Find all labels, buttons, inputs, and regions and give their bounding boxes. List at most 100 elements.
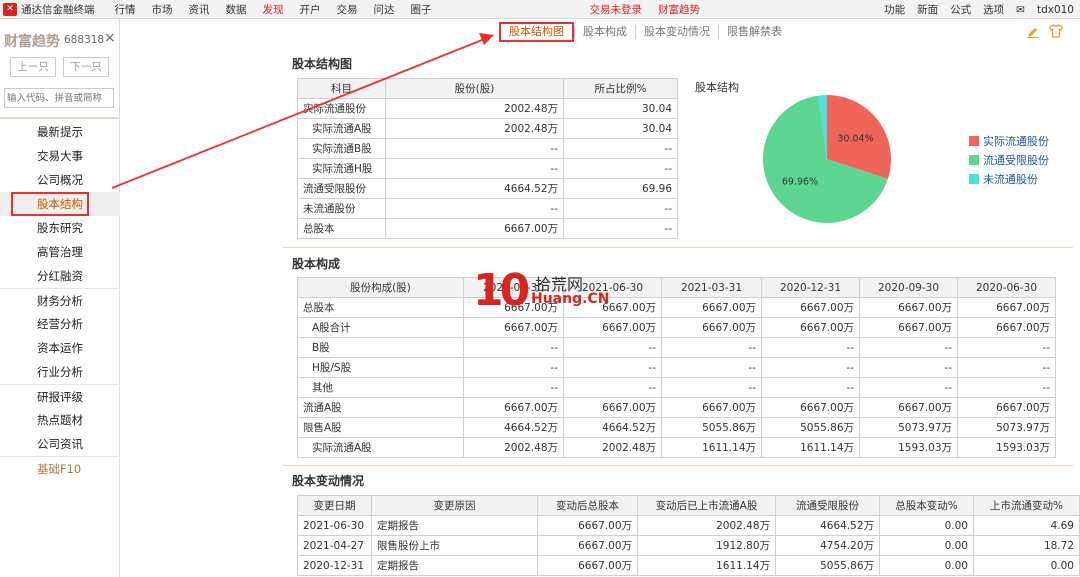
table-cell: 4664.52万 bbox=[563, 417, 662, 438]
table-cell: 限售A股 bbox=[297, 417, 464, 438]
table-row: 实际流通B股 -- -- bbox=[297, 138, 678, 159]
table-row: 总股本 6667.00万 -- bbox=[297, 218, 678, 239]
table-header: 2021-03-31 bbox=[661, 277, 762, 298]
table-cell: 0.00 bbox=[879, 515, 974, 536]
table-cell: 6667.00万 bbox=[661, 397, 762, 418]
table-cell: 2021-06-30 bbox=[297, 515, 372, 536]
table-header: 科目 bbox=[297, 78, 386, 99]
table-cell: 6667.00万 bbox=[761, 297, 860, 318]
chart-legend: 实际流通股份 流通受限股份 未流通股份 bbox=[969, 131, 1049, 188]
table-cell: -- bbox=[761, 357, 860, 378]
menu-wenda[interactable]: 问达 bbox=[374, 2, 395, 17]
menu-trade[interactable]: 交易 bbox=[337, 2, 358, 17]
user-id[interactable]: tdx010 bbox=[1037, 4, 1074, 16]
sidebar-item-topics[interactable]: 热点题材 bbox=[0, 408, 120, 432]
legend-item: 未流通股份 bbox=[969, 169, 1049, 188]
sidebar-item-events[interactable]: 交易大事 bbox=[0, 144, 120, 168]
table-cell: 0.00 bbox=[879, 535, 974, 556]
table-cell: -- bbox=[563, 357, 662, 378]
table-row: 2020-12-31 定期报告 6667.00万 1611.14万 5055.86万 0.… bbox=[297, 555, 1080, 576]
sidebar-item-industry[interactable]: 行业分析 bbox=[0, 360, 120, 384]
fortune-status[interactable]: 财富趋势 bbox=[658, 2, 700, 17]
table-row: H股/S股 -- -- -- -- -- -- bbox=[297, 357, 1056, 378]
sidebar-item-share-structure[interactable]: 股本结构 bbox=[0, 192, 120, 216]
table-cell: 6667.00万 bbox=[957, 297, 1056, 318]
table-cell: 1611.14万 bbox=[661, 437, 762, 458]
table-cell: 6667.00万 bbox=[859, 397, 958, 418]
legend-swatch bbox=[969, 173, 979, 184]
table-cell: 2020-12-31 bbox=[297, 555, 372, 576]
legend-item: 流通受限股份 bbox=[969, 150, 1049, 169]
tab-share-composition[interactable]: 股本构成 bbox=[574, 25, 635, 39]
table-header: 2020-09-30 bbox=[859, 277, 958, 298]
menu-hq[interactable]: 行情 bbox=[115, 2, 136, 17]
stock-name: 财富趋势 bbox=[4, 34, 60, 50]
sidebar-item-capital[interactable]: 资本运作 bbox=[0, 336, 120, 360]
table-row: 流通受限股份 4664.52万 69.96 bbox=[297, 178, 678, 199]
table-cell: -- bbox=[859, 337, 958, 358]
divider bbox=[0, 117, 120, 119]
table-header: 总股本变动% bbox=[879, 495, 974, 516]
table-cell: -- bbox=[957, 357, 1056, 378]
table-cell: -- bbox=[859, 357, 958, 378]
mail-icon[interactable]: ✉ bbox=[1016, 4, 1025, 16]
menu-options[interactable]: 选项 bbox=[983, 2, 1004, 17]
table-row: A股合计 6667.00万 6667.00万 6667.00万 6667.00万 6667… bbox=[297, 317, 1056, 338]
table-cell: 1593.03万 bbox=[859, 437, 958, 458]
next-stock-button[interactable]: 下一只 bbox=[63, 57, 109, 77]
table-row: 实际流通A股 2002.48万 2002.48万 1611.14万 1611.14万 15… bbox=[297, 437, 1056, 458]
table-cell: 定期报告 bbox=[371, 555, 538, 576]
close-icon[interactable]: × bbox=[104, 30, 116, 46]
sidebar-item-latest[interactable]: 最新提示 bbox=[0, 120, 120, 144]
changes-table: 变更日期 变更原因 变动后总股本 变动后已上市流通A股 流通受限股份 总股本变动% 上市流通… bbox=[297, 495, 1080, 576]
table-cell: H股/S股 bbox=[297, 357, 464, 378]
pie-data-label: 30.04% bbox=[837, 133, 873, 144]
table-header: 股份(股) bbox=[385, 78, 564, 99]
watermark-logo: 10 拾荒网 Huang.CN bbox=[473, 265, 613, 317]
table-cell: 1912.80万 bbox=[637, 535, 776, 556]
table-cell: 4664.52万 bbox=[463, 417, 564, 438]
menu-news[interactable]: 资讯 bbox=[189, 2, 210, 17]
tab-share-structure-chart[interactable]: 股本结构图 bbox=[499, 22, 574, 42]
table-cell: 6667.00万 bbox=[661, 317, 762, 338]
sidebar-item-profile[interactable]: 公司概况 bbox=[0, 168, 120, 192]
sidebar-item-operations[interactable]: 经营分析 bbox=[0, 312, 120, 336]
sidebar-item-governance[interactable]: 高管治理 bbox=[0, 240, 120, 264]
table-cell: 5055.86万 bbox=[661, 417, 762, 438]
watermark-number: 10 bbox=[473, 265, 530, 316]
main-panel: 股本结构图 股本构成 股本变动情况 限售解禁表 股本结构图 科目 股份(股) 所… bbox=[281, 19, 1080, 577]
sidebar-item-shareholders[interactable]: 股东研究 bbox=[0, 216, 120, 240]
sidebar-item-company-news[interactable]: 公司资讯 bbox=[0, 432, 120, 456]
sidebar-item-dividend[interactable]: 分红融资 bbox=[0, 264, 120, 288]
pie-data-label: 69.96% bbox=[782, 177, 818, 188]
sidebar-item-basic-f10[interactable]: 基础F10 bbox=[0, 456, 120, 480]
structure-table: 科目 股份(股) 所占比例% 实际流通股份 2002.48万 30.04 实际流通A… bbox=[297, 78, 678, 239]
table-cell: 1593.03万 bbox=[957, 437, 1056, 458]
table-header: 变更原因 bbox=[371, 495, 538, 516]
tab-bar: 股本结构图 股本构成 股本变动情况 限售解禁表 bbox=[499, 22, 790, 42]
menu-circle[interactable]: 圈子 bbox=[411, 2, 432, 17]
edit-icon[interactable] bbox=[1026, 24, 1040, 38]
menu-open-account[interactable]: 开户 bbox=[300, 2, 321, 17]
sidebar-item-research[interactable]: 研报评级 bbox=[0, 384, 120, 408]
table-cell: 6667.00万 bbox=[957, 317, 1056, 338]
table-cell: -- bbox=[661, 337, 762, 358]
menu-data[interactable]: 数据 bbox=[226, 2, 247, 17]
prev-stock-button[interactable]: 上一只 bbox=[10, 57, 56, 77]
menu-formula[interactable]: 公式 bbox=[950, 2, 971, 17]
trade-login-status[interactable]: 交易未登录 bbox=[590, 2, 643, 17]
menu-market[interactable]: 市场 bbox=[152, 2, 173, 17]
table-cell: -- bbox=[661, 357, 762, 378]
menu-new-page[interactable]: 新面 bbox=[917, 2, 938, 17]
section-title-structure: 股本结构图 bbox=[292, 57, 353, 71]
menu-discover[interactable]: 发现 bbox=[263, 2, 284, 17]
menu-function[interactable]: 功能 bbox=[884, 2, 905, 17]
tab-share-changes[interactable]: 股本变动情况 bbox=[635, 25, 718, 39]
app-logo-icon: ✕ bbox=[3, 2, 17, 16]
sidebar-item-finance[interactable]: 财务分析 bbox=[0, 288, 120, 312]
table-row: 2021-04-27 限售股份上市 6667.00万 1912.80万 4754.20万… bbox=[297, 535, 1080, 556]
search-input[interactable] bbox=[4, 88, 114, 108]
tab-lockup-release[interactable]: 限售解禁表 bbox=[718, 25, 790, 39]
legend-swatch bbox=[969, 154, 979, 165]
shirt-icon[interactable] bbox=[1048, 23, 1064, 39]
